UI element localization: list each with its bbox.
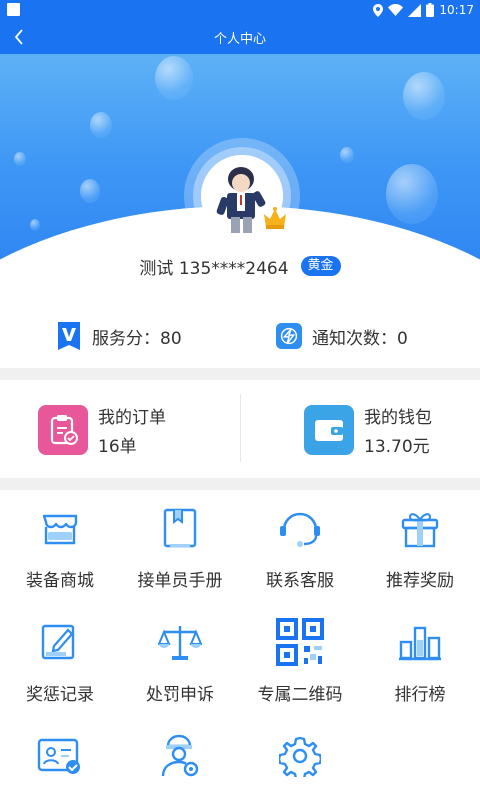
notify-count[interactable]: 通知次数：0 bbox=[276, 322, 408, 350]
service-score[interactable]: 服务分：80 bbox=[56, 322, 182, 350]
worker-settings-icon bbox=[156, 732, 204, 780]
qrcode-icon bbox=[276, 618, 324, 666]
decorative-bubble bbox=[14, 152, 26, 166]
profile-page: 10:17 个人中心 测试 135****2464 黄金 服务分：80 通知次数… bbox=[0, 0, 480, 800]
clock-time: 10:17 bbox=[439, 3, 474, 17]
manual-icon bbox=[156, 504, 204, 552]
my-wallet-card[interactable]: 我的钱包 13.70元 bbox=[304, 402, 432, 458]
summary-cards: 我的订单 16单 我的钱包 13.70元 bbox=[0, 380, 480, 478]
menu-grid: 装备商城 接单员手册 联系客服 推荐奖励 奖惩记录 处罚申诉 专属二维码 排行榜 bbox=[0, 490, 480, 800]
menu-worker-settings[interactable] bbox=[120, 718, 240, 800]
decorative-bubble bbox=[386, 164, 438, 224]
decorative-bubble bbox=[30, 219, 40, 231]
stats-row: 服务分：80 通知次数：0 bbox=[0, 304, 480, 368]
my-orders-card[interactable]: 我的订单 16单 bbox=[38, 402, 166, 458]
menu-equipment-store[interactable]: 装备商城 bbox=[0, 490, 120, 600]
menu-label: 处罚申诉 bbox=[146, 685, 214, 705]
edit-record-icon bbox=[36, 618, 84, 666]
battery-icon bbox=[426, 3, 435, 17]
location-icon bbox=[373, 3, 384, 17]
ranking-icon bbox=[396, 618, 444, 666]
menu-ranking[interactable]: 排行榜 bbox=[360, 604, 480, 714]
orders-title: 我的订单 bbox=[98, 408, 166, 428]
menu-customer-service[interactable]: 联系客服 bbox=[240, 490, 360, 600]
wallet-title: 我的钱包 bbox=[364, 408, 432, 428]
menu-label: 推荐奖励 bbox=[386, 571, 454, 591]
gift-icon bbox=[396, 504, 444, 552]
menu-manual[interactable]: 接单员手册 bbox=[120, 490, 240, 600]
card-separator bbox=[240, 394, 241, 462]
decorative-bubble bbox=[80, 179, 100, 203]
decorative-bubble bbox=[340, 147, 354, 163]
decorative-bubble bbox=[403, 72, 445, 120]
notification-square-icon bbox=[7, 3, 20, 16]
wifi-icon bbox=[388, 4, 404, 16]
decorative-bubble bbox=[90, 112, 112, 138]
notify-count-label: 通知次数：0 bbox=[312, 328, 408, 349]
decorative-bubble bbox=[155, 56, 193, 100]
wallet-balance: 13.70元 bbox=[364, 437, 430, 457]
menu-label: 排行榜 bbox=[394, 685, 446, 705]
menu-label: 奖惩记录 bbox=[26, 685, 94, 705]
menu-label: 专属二维码 bbox=[257, 685, 343, 705]
menu-label: 接单员手册 bbox=[137, 571, 223, 591]
section-divider bbox=[0, 478, 480, 490]
equipment-store-icon bbox=[36, 504, 84, 552]
customer-service-icon bbox=[276, 504, 324, 552]
signal-icon bbox=[408, 3, 422, 17]
settings-gear-icon bbox=[276, 732, 324, 780]
menu-reward-record[interactable]: 奖惩记录 bbox=[0, 604, 120, 714]
service-score-label: 服务分：80 bbox=[92, 328, 182, 349]
section-divider bbox=[0, 368, 480, 380]
status-bar: 10:17 bbox=[0, 0, 480, 20]
id-card-icon bbox=[36, 732, 84, 780]
menu-penalty-appeal[interactable]: 处罚申诉 bbox=[120, 604, 240, 714]
wallet-icon bbox=[304, 405, 354, 455]
menu-settings[interactable] bbox=[240, 718, 360, 800]
orders-clipboard-icon bbox=[38, 405, 88, 455]
page-title: 个人中心 bbox=[213, 32, 266, 47]
user-info: 测试 135****2464 黄金 bbox=[0, 254, 480, 279]
menu-id-verify[interactable] bbox=[0, 718, 120, 800]
menu-referral-reward[interactable]: 推荐奖励 bbox=[360, 490, 480, 600]
top-nav-bar: 个人中心 bbox=[0, 20, 480, 54]
orders-count: 16单 bbox=[98, 437, 137, 457]
menu-label: 装备商城 bbox=[26, 571, 94, 591]
user-name-phone: 测试 135****2464 bbox=[139, 258, 289, 279]
level-badge: 黄金 bbox=[300, 256, 341, 276]
v-badge-icon bbox=[56, 322, 82, 350]
scales-icon bbox=[156, 618, 204, 666]
crown-icon bbox=[264, 207, 286, 229]
menu-label: 联系客服 bbox=[266, 571, 334, 591]
menu-exclusive-qrcode[interactable]: 专属二维码 bbox=[240, 604, 360, 714]
notify-icon bbox=[276, 323, 302, 349]
